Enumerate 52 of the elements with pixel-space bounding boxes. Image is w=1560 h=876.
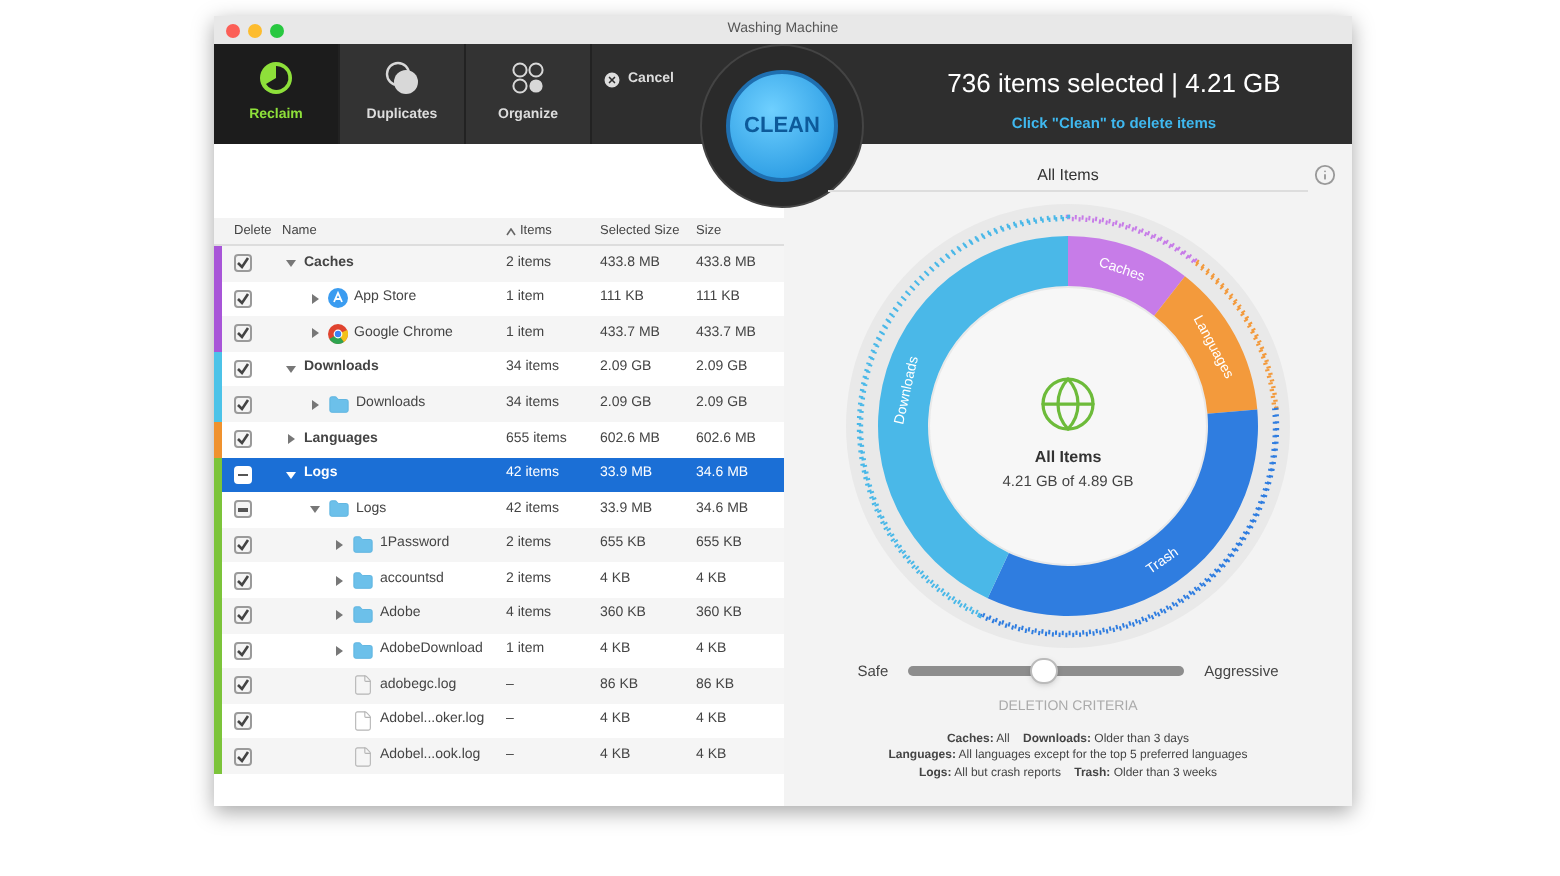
folder-icon	[328, 498, 350, 521]
delete-checkbox[interactable]	[234, 641, 252, 660]
folder-icon	[352, 639, 374, 662]
delete-checkbox[interactable]	[234, 254, 252, 273]
delete-checkbox[interactable]	[234, 395, 252, 414]
slider-thumb[interactable]	[1029, 658, 1058, 685]
delete-checkbox[interactable]	[234, 324, 252, 343]
close-button[interactable]	[226, 23, 240, 37]
center-title: All Items	[1034, 446, 1102, 470]
folder-icon	[352, 604, 374, 627]
sort-caret-icon	[506, 227, 516, 235]
browser-icon	[328, 323, 348, 344]
folder-icon	[352, 569, 374, 592]
collapsed-triangle-icon[interactable]	[309, 399, 319, 410]
expanded-triangle-icon[interactable]	[285, 469, 295, 480]
collapsed-triangle-icon[interactable]	[309, 328, 319, 339]
selection-summary: 736 items selected | 4.21 GB	[945, 66, 1283, 102]
reclaim-icon	[258, 60, 294, 97]
document-icon	[352, 710, 374, 733]
delete-checkbox[interactable]	[234, 747, 252, 766]
delete-checkbox[interactable]	[234, 676, 252, 695]
collapsed-triangle-icon[interactable]	[285, 434, 295, 445]
overlapping-circles-icon	[384, 60, 420, 97]
document-icon	[352, 674, 374, 697]
globe-icon	[1038, 374, 1098, 434]
collapsed-triangle-icon[interactable]	[333, 540, 343, 551]
delete-checkbox[interactable]	[234, 289, 252, 308]
chart-title: All Items	[1037, 163, 1099, 187]
delete-checkbox[interactable]	[234, 571, 252, 590]
delete-checkbox[interactable]	[234, 606, 252, 625]
expanded-triangle-icon[interactable]	[285, 364, 295, 375]
delete-checkbox[interactable]	[234, 360, 252, 379]
collapsed-triangle-icon[interactable]	[333, 575, 343, 586]
delete-checkbox[interactable]	[234, 500, 252, 519]
delete-checkbox[interactable]	[234, 430, 252, 449]
four-circles-icon	[510, 60, 546, 97]
folder-icon	[352, 534, 374, 557]
folder-icon	[328, 393, 350, 416]
donut-segment[interactable]	[987, 409, 1258, 616]
donut-segment[interactable]	[1068, 236, 1185, 316]
collapsed-triangle-icon[interactable]	[333, 610, 343, 621]
donut-segment[interactable]	[1154, 276, 1258, 414]
cancel-icon	[602, 70, 622, 90]
app-store-icon	[328, 288, 348, 309]
expanded-triangle-icon[interactable]	[309, 504, 319, 515]
delete-checkbox[interactable]	[234, 536, 252, 555]
expanded-triangle-icon[interactable]	[285, 258, 295, 269]
info-icon[interactable]	[1314, 164, 1336, 186]
document-icon	[352, 745, 374, 768]
collapsed-triangle-icon[interactable]	[309, 293, 319, 304]
delete-checkbox[interactable]	[234, 712, 252, 731]
collapsed-triangle-icon[interactable]	[333, 645, 343, 656]
